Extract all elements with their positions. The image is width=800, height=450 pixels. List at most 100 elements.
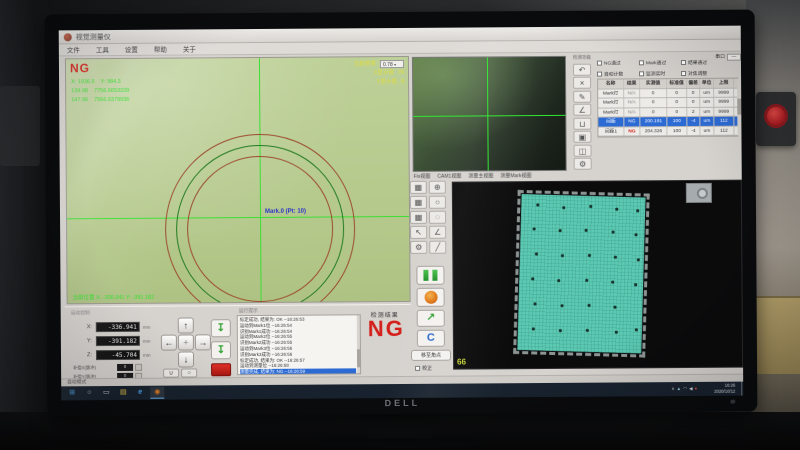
fiducial-dot — [614, 306, 617, 309]
jog-down-button[interactable]: ↓ — [178, 351, 194, 367]
scrollbar-thumb[interactable] — [357, 349, 360, 367]
view-tab[interactable]: Fix视图 — [414, 173, 431, 180]
search-icon[interactable]: ○ — [82, 387, 96, 399]
image-icon[interactable]: ▣ — [573, 131, 591, 143]
aux-buttons: ∪○ — [163, 368, 197, 377]
grid-edit-icon[interactable]: ▦ — [410, 196, 427, 209]
line-tool-icon[interactable]: ╱ — [429, 241, 446, 254]
menu-item[interactable]: 设置 — [117, 44, 146, 57]
table-cell: 9999 — [714, 88, 734, 97]
c-reset-button[interactable]: C — [417, 330, 445, 347]
table-cell: 0 — [667, 98, 687, 107]
grid-add-icon[interactable]: ▦ — [410, 211, 427, 224]
measure-app-icon[interactable]: ◉ — [150, 387, 164, 399]
fiducial-dot — [536, 204, 539, 207]
caliper-icon[interactable]: ∠ — [429, 226, 446, 239]
checkbox-box[interactable] — [415, 366, 420, 371]
stop-red-button[interactable] — [211, 363, 231, 376]
app-logo-icon — [64, 33, 72, 41]
probe-icon[interactable]: ∪ — [163, 369, 179, 378]
jog-center-button[interactable]: + — [178, 334, 194, 350]
platform-load-button-1[interactable]: ↧ — [211, 319, 231, 337]
panel-map-view[interactable]: 66 — [452, 180, 743, 370]
jog-right-button[interactable]: → — [195, 334, 211, 350]
secondary-camera-view[interactable] — [412, 56, 567, 172]
edit-icon[interactable]: ✎ — [573, 90, 591, 102]
axis-label: Z: — [87, 352, 96, 358]
undo-icon[interactable]: ↶ — [573, 63, 591, 75]
circle-tool-icon[interactable]: ○ — [429, 196, 446, 209]
menu-item[interactable]: 关于 — [175, 43, 204, 56]
move-to-corner-button[interactable]: 移至角点 — [411, 350, 451, 361]
fiducial-dot — [561, 304, 564, 307]
table-scrollbar[interactable] — [737, 79, 741, 136]
view-tab[interactable]: 测量主视图 — [468, 172, 493, 179]
checkbox-item[interactable]: 对焦调整 — [681, 70, 723, 77]
file-explorer-icon[interactable]: ▤ — [116, 387, 130, 399]
fiducial-dot — [634, 283, 637, 286]
zoom-select[interactable]: 0.78 ▾ — [380, 60, 404, 68]
task-view-icon[interactable]: ▭ — [99, 387, 113, 399]
dotted-circle-icon[interactable]: ◌ — [429, 211, 446, 224]
trash-icon[interactable]: ⊔ — [573, 117, 591, 129]
axis-value-display: -336.941 — [96, 322, 140, 332]
table-cell: 0 — [640, 108, 667, 117]
table-cell: 0 — [687, 88, 700, 97]
move-tool-icon[interactable]: ↖ — [410, 226, 427, 239]
checkbox-item[interactable]: 自动计数 — [597, 70, 639, 77]
platform-load-button-2[interactable]: ↧ — [211, 341, 231, 359]
delete-icon[interactable]: × — [573, 77, 591, 89]
checkbox-box[interactable] — [639, 71, 644, 76]
table-cell: um — [700, 98, 714, 107]
calibrate-label: 校正 — [422, 365, 432, 372]
gear-icon[interactable]: ⚙ — [410, 241, 427, 254]
shield-icon[interactable]: ▲ — [677, 383, 682, 395]
scrollbar-thumb[interactable] — [737, 99, 741, 115]
menu-item[interactable]: 文件 — [59, 44, 88, 57]
table-cell: Mark灯 — [598, 89, 624, 98]
network-icon[interactable]: ◠ — [683, 383, 687, 395]
angle-measure-icon[interactable]: ∠ — [573, 104, 591, 116]
axis-row: Y:-391.182mm — [87, 334, 151, 348]
table-cell: N/A — [624, 108, 640, 117]
save-icon[interactable]: ◫ — [574, 144, 592, 156]
jog-left-button[interactable]: ← — [161, 335, 177, 351]
checkbox-box[interactable] — [681, 71, 686, 76]
emergency-stop-button[interactable] — [764, 104, 788, 128]
settings-gear-icon[interactable]: ⚙ — [574, 158, 592, 170]
view-tab[interactable]: CAM1视图 — [437, 173, 461, 180]
log-scrollbar[interactable] — [357, 315, 360, 373]
target-icon[interactable]: ⊕ — [429, 181, 446, 194]
fiducial-dot — [589, 205, 592, 208]
serial-select[interactable]: — — [727, 54, 741, 61]
main-camera-view[interactable]: NG X: 1936.5 Y: 984.3139.98 7756.6653339… — [65, 56, 411, 304]
clock[interactable]: 16:26 2020/10/12 — [714, 383, 735, 395]
fiducial-dot — [614, 256, 617, 259]
grid-view-icon[interactable]: ▦ — [410, 181, 427, 194]
run-pause-button[interactable] — [416, 266, 444, 285]
checkbox-item[interactable]: 监测实时 — [639, 70, 681, 77]
fiducial-dot — [588, 304, 591, 307]
jump-button[interactable]: ↗ — [417, 310, 445, 327]
menu-item[interactable]: 帮助 — [146, 44, 175, 57]
ring-icon[interactable]: ○ — [181, 368, 197, 377]
table-row[interactable]: 间距1NG204.326100-4um112 — [598, 126, 737, 136]
log-label: 运行提示 — [239, 307, 258, 314]
edge-browser-icon[interactable]: e — [133, 387, 147, 399]
power-led[interactable] — [730, 400, 735, 404]
calibrate-checkbox-row[interactable]: 校正 — [415, 365, 432, 372]
table-cell: 112 — [714, 126, 734, 135]
alert-icon[interactable]: ● — [694, 383, 697, 395]
monitor: 视觉测量仪 文件工具设置帮助关于 NG X: 1936.5 Y: 984.313… — [45, 10, 758, 417]
view-tab[interactable]: 测量Mark视图 — [500, 172, 531, 179]
more-button[interactable] — [135, 364, 142, 371]
show-desktop-button[interactable] — [741, 382, 743, 396]
volume-icon[interactable]: ◀ — [689, 383, 693, 395]
start-button[interactable]: ⊞ — [65, 387, 79, 399]
tray-expand-icon[interactable]: ∧ — [671, 383, 674, 395]
checkbox-box[interactable] — [597, 72, 602, 77]
run-log[interactable]: 标定成功, 结果为: OK --16:26:53运动到Mark1位 --16:2… — [237, 314, 361, 375]
jog-up-button[interactable]: ↑ — [178, 317, 194, 333]
menu-item[interactable]: 工具 — [88, 44, 117, 57]
stop-record-button[interactable] — [417, 288, 445, 307]
